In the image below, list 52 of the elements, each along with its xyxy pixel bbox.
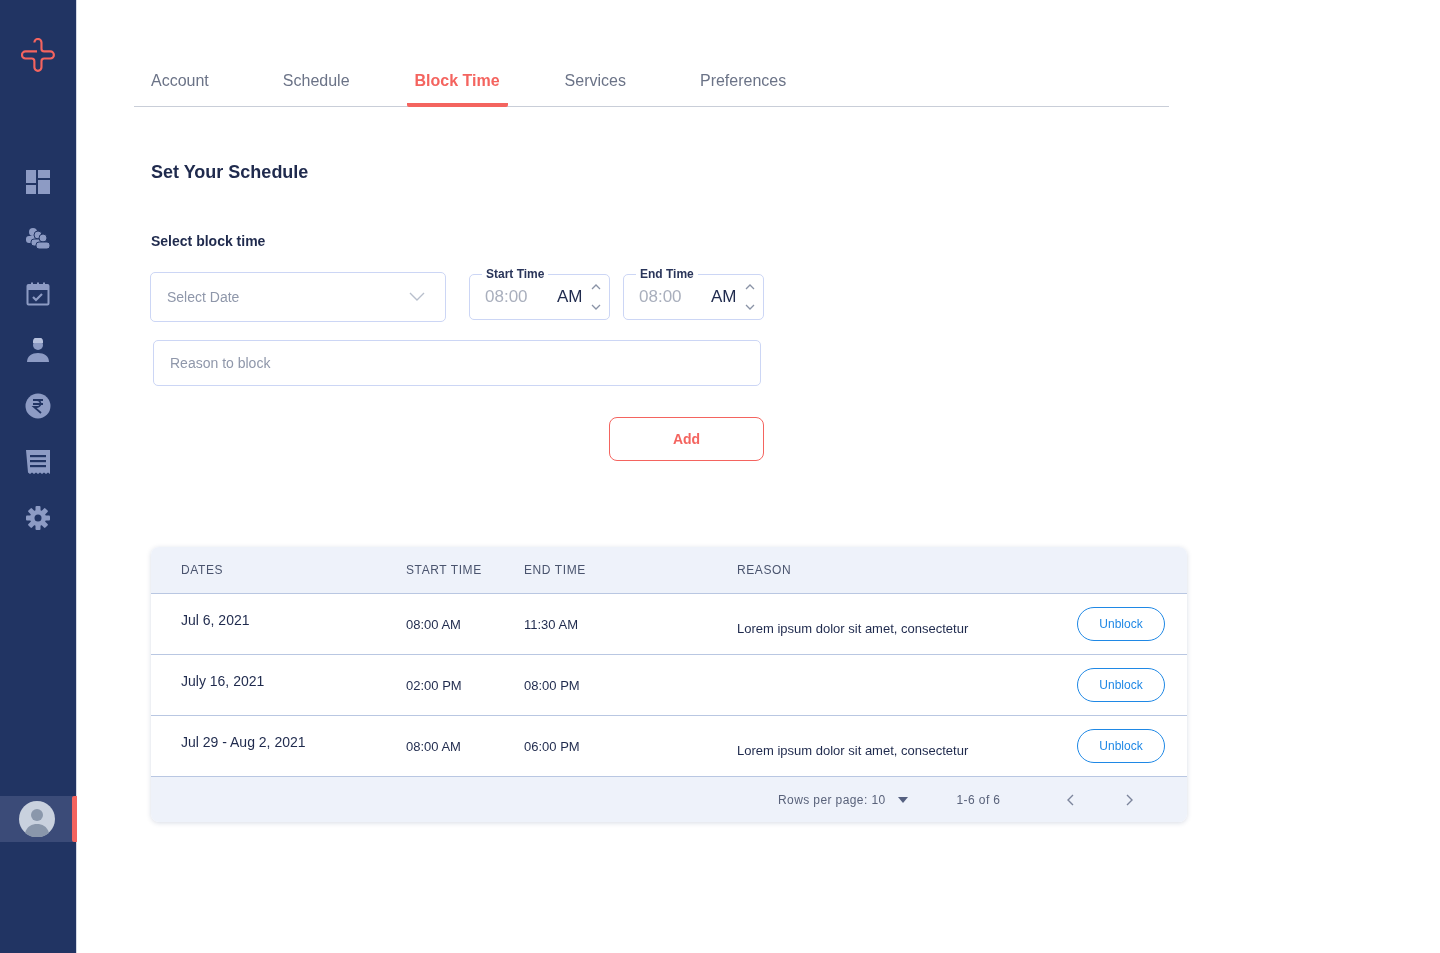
people-nav-button[interactable] <box>24 225 52 251</box>
stepper-icon[interactable] <box>590 283 601 311</box>
table-cell-text: 02:00 PM <box>406 677 463 693</box>
column-header: START TIME <box>406 563 483 577</box>
caret-icon <box>897 796 908 803</box>
tab[interactable]: Preferences <box>682 63 804 107</box>
table-cell-text: 11:30 AM <box>524 616 579 632</box>
section-title: Select block time <box>151 233 267 249</box>
date-select[interactable]: Select Date <box>150 272 446 322</box>
receipt-nav-button[interactable] <box>24 449 52 475</box>
period-text: AM <box>711 287 737 307</box>
chevron-left-icon <box>1066 793 1075 806</box>
chevron-down-icon <box>409 292 425 302</box>
table-cell-text: 06:00 PM <box>524 738 581 754</box>
stepper-icon[interactable] <box>744 283 755 311</box>
table-cell-text: 08:00 AM <box>406 616 462 632</box>
tab[interactable]: Block Time <box>406 63 508 107</box>
dashboard-nav-button[interactable] <box>24 169 52 195</box>
rows-per-page-select[interactable]: Rows per page: 10 <box>778 792 908 807</box>
column-header: END TIME <box>524 563 587 577</box>
table-cell-text: July 16, 2021 <box>181 673 266 689</box>
column-header: REASON <box>737 563 793 577</box>
time-input[interactable]: 08:00 <box>485 287 547 307</box>
field-label: End Time <box>636 267 698 281</box>
table-cell-text: Jul 29 - Aug 2, 2021 <box>181 734 307 750</box>
unblock-button[interactable]: Unblock <box>1077 729 1165 763</box>
table-cell-text: Lorem ipsum dolor sit amet, consectetur <box>737 742 970 758</box>
page-heading: Set Your Schedule <box>151 162 310 183</box>
field-label: Start Time <box>482 267 549 281</box>
person-nav-button[interactable] <box>24 337 52 363</box>
unblock-button[interactable]: Unblock <box>1077 668 1165 702</box>
reason-field[interactable]: Reason to block <box>153 340 761 386</box>
period-text: AM <box>557 287 583 307</box>
page-range: 1-6 of 6 <box>956 792 1001 807</box>
add-button[interactable]: Add <box>609 417 764 461</box>
table-cell-text: 08:00 PM <box>524 677 581 693</box>
tab[interactable]: Schedule <box>265 63 367 107</box>
table-cell-text: Lorem ipsum dolor sit amet, consectetur <box>737 620 970 636</box>
time-input[interactable]: 08:00 <box>639 287 701 307</box>
table-cell-text: Jul 6, 2021 <box>181 612 251 628</box>
rupee-nav-button[interactable] <box>24 393 52 419</box>
calendar-check-nav-button[interactable] <box>24 281 52 307</box>
tab[interactable]: Account <box>134 63 226 107</box>
unblock-button[interactable]: Unblock <box>1077 607 1165 641</box>
logo-icon <box>21 38 55 72</box>
profile-item[interactable] <box>0 796 77 842</box>
table-cell-text: 08:00 AM <box>406 738 462 754</box>
tab[interactable]: Services <box>547 63 643 107</box>
chevron-right-icon <box>1126 793 1135 806</box>
column-header: DATES <box>181 563 225 577</box>
settings-nav-button[interactable] <box>24 505 52 531</box>
avatar[interactable] <box>19 801 55 837</box>
